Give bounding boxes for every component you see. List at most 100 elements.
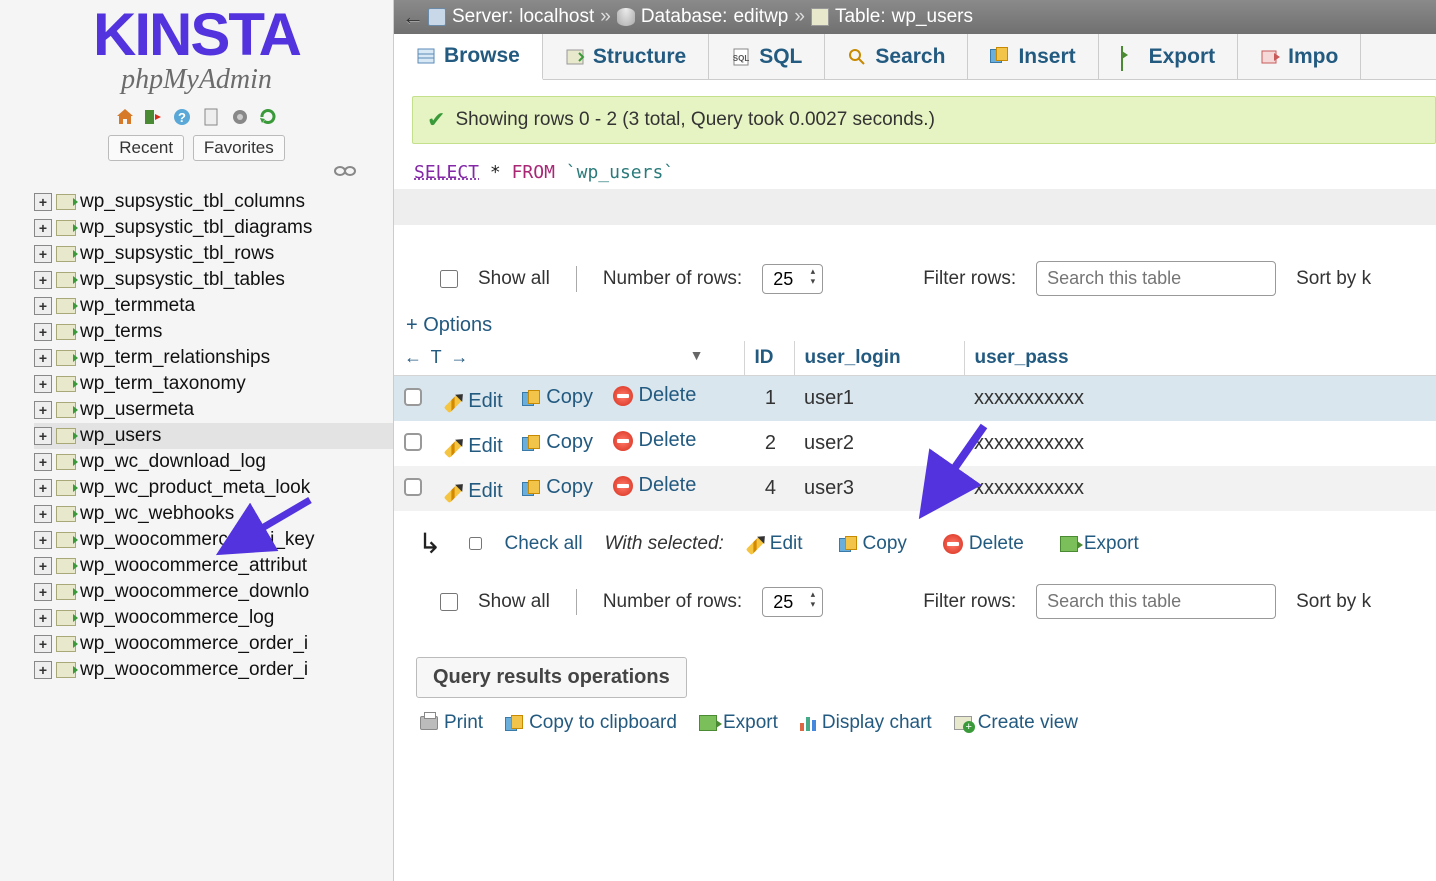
db-name[interactable]: editwp [733, 6, 788, 28]
qop-chart[interactable]: Display chart [800, 712, 932, 734]
check-all-checkbox[interactable] [469, 537, 482, 550]
show-all-checkbox-bottom[interactable] [440, 593, 458, 611]
bulk-copy[interactable]: Copy [839, 533, 907, 555]
check-all-link[interactable]: Check all [504, 533, 582, 555]
table-icon [56, 558, 76, 574]
expand-icon[interactable]: + [34, 583, 52, 601]
col-id[interactable]: ID [744, 341, 794, 376]
expand-icon[interactable]: + [34, 323, 52, 341]
sql-doc-icon[interactable] [201, 107, 221, 127]
row-copy[interactable]: Copy [522, 386, 593, 409]
home-icon[interactable] [115, 107, 135, 127]
row-edit[interactable]: Edit [444, 390, 502, 413]
sort-direction-icons[interactable]: ← T → [404, 347, 470, 367]
bulk-delete[interactable]: Delete [943, 533, 1024, 555]
collapse-icon[interactable] [0, 163, 393, 187]
tree-item-wp_supsystic_tbl_tables[interactable]: + wp_supsystic_tbl_tables [34, 267, 393, 293]
expand-icon[interactable]: + [34, 349, 52, 367]
tree-item-wp_supsystic_tbl_rows[interactable]: + wp_supsystic_tbl_rows [34, 241, 393, 267]
tree-item-wp_wc_product_meta_look[interactable]: + wp_wc_product_meta_look [34, 475, 393, 501]
tree-label: wp_users [80, 425, 161, 447]
row-delete[interactable]: Delete [613, 429, 697, 452]
tab-sql[interactable]: SQLSQL [709, 34, 825, 79]
filter-input[interactable] [1036, 261, 1276, 296]
num-rows-select-bottom[interactable]: 25 [762, 587, 823, 617]
copy-icon [839, 536, 857, 552]
tree-item-wp_wc_download_log[interactable]: + wp_wc_download_log [34, 449, 393, 475]
tree-item-wp_woocommerce_api_key[interactable]: + wp_woocommerce_api_key [34, 527, 393, 553]
row-delete[interactable]: Delete [613, 384, 697, 407]
tab-structure[interactable]: Structure [543, 34, 709, 79]
expand-icon[interactable]: + [34, 375, 52, 393]
recent-tab[interactable]: Recent [108, 135, 184, 161]
tree-item-wp_usermeta[interactable]: + wp_usermeta [34, 397, 393, 423]
expand-icon[interactable]: + [34, 427, 52, 445]
help-icon[interactable]: ? [172, 107, 192, 127]
favorites-tab[interactable]: Favorites [193, 135, 285, 161]
tree-item-wp_woocommerce_order_i[interactable]: + wp_woocommerce_order_i [34, 657, 393, 683]
tree-item-wp_term_taxonomy[interactable]: + wp_term_taxonomy [34, 371, 393, 397]
table-name[interactable]: wp_users [892, 6, 973, 28]
reload-icon[interactable] [258, 107, 278, 127]
expand-icon[interactable]: + [34, 635, 52, 653]
expand-icon[interactable]: + [34, 193, 52, 211]
tab-import[interactable]: Impo [1238, 34, 1361, 79]
back-icon[interactable]: ← [402, 4, 428, 30]
tree-item-wp_supsystic_tbl_diagrams[interactable]: + wp_supsystic_tbl_diagrams [34, 215, 393, 241]
tree-item-wp_term_relationships[interactable]: + wp_term_relationships [34, 345, 393, 371]
gear-icon[interactable] [230, 107, 250, 127]
qop-export[interactable]: Export [699, 712, 778, 734]
tab-browse[interactable]: Browse [394, 34, 543, 80]
tree-item-wp_termmeta[interactable]: + wp_termmeta [34, 293, 393, 319]
row-copy[interactable]: Copy [522, 476, 593, 499]
expand-icon[interactable]: + [34, 531, 52, 549]
num-rows-select[interactable]: 25 [762, 264, 823, 294]
tree-item-wp_woocommerce_log[interactable]: + wp_woocommerce_log [34, 605, 393, 631]
expand-icon[interactable]: + [34, 297, 52, 315]
exit-icon[interactable] [143, 107, 163, 127]
expand-icon[interactable]: + [34, 661, 52, 679]
server-name[interactable]: localhost [519, 6, 594, 28]
col-user-login[interactable]: user_login [794, 341, 964, 376]
row-checkbox[interactable] [404, 433, 422, 451]
filter-input-bottom[interactable] [1036, 584, 1276, 619]
dropdown-icon[interactable]: ▼ [690, 347, 704, 363]
bulk-export[interactable]: Export [1060, 533, 1139, 555]
cell-user-pass: xxxxxxxxxxx [964, 466, 1436, 511]
row-delete[interactable]: Delete [613, 474, 697, 497]
tab-export[interactable]: Export [1099, 34, 1239, 79]
options-link[interactable]: + Options [394, 314, 492, 341]
tree-item-wp_woocommerce_order_i[interactable]: + wp_woocommerce_order_i [34, 631, 393, 657]
tree-item-wp_wc_webhooks[interactable]: + wp_wc_webhooks [34, 501, 393, 527]
row-edit[interactable]: Edit [444, 435, 502, 458]
bulk-edit[interactable]: Edit [746, 533, 803, 555]
copy-icon [505, 715, 523, 731]
expand-icon[interactable]: + [34, 557, 52, 575]
tree-item-wp_terms[interactable]: + wp_terms [34, 319, 393, 345]
expand-icon[interactable]: + [34, 453, 52, 471]
show-all-checkbox[interactable] [440, 270, 458, 288]
expand-icon[interactable]: + [34, 271, 52, 289]
tab-search[interactable]: Search [825, 34, 968, 79]
expand-icon[interactable]: + [34, 401, 52, 419]
qop-print[interactable]: Print [420, 712, 483, 734]
expand-icon[interactable]: + [34, 479, 52, 497]
row-checkbox[interactable] [404, 388, 422, 406]
row-copy[interactable]: Copy [522, 431, 593, 454]
expand-icon[interactable]: + [34, 505, 52, 523]
db-tree[interactable]: + wp_supsystic_tbl_columns+ wp_supsystic… [0, 187, 393, 881]
tree-item-wp_users[interactable]: + wp_users [34, 423, 393, 449]
tree-item-wp_supsystic_tbl_columns[interactable]: + wp_supsystic_tbl_columns [34, 189, 393, 215]
qop-create-view[interactable]: Create view [954, 712, 1078, 734]
tree-item-wp_woocommerce_downlo[interactable]: + wp_woocommerce_downlo [34, 579, 393, 605]
row-edit[interactable]: Edit [444, 480, 502, 503]
expand-icon[interactable]: + [34, 609, 52, 627]
tree-label: wp_woocommerce_api_key [80, 529, 314, 551]
qop-copy-clip[interactable]: Copy to clipboard [505, 712, 677, 734]
tab-insert[interactable]: Insert [968, 34, 1098, 79]
tree-item-wp_woocommerce_attribut[interactable]: + wp_woocommerce_attribut [34, 553, 393, 579]
expand-icon[interactable]: + [34, 245, 52, 263]
row-checkbox[interactable] [404, 478, 422, 496]
col-user-pass[interactable]: user_pass [964, 341, 1436, 376]
expand-icon[interactable]: + [34, 219, 52, 237]
